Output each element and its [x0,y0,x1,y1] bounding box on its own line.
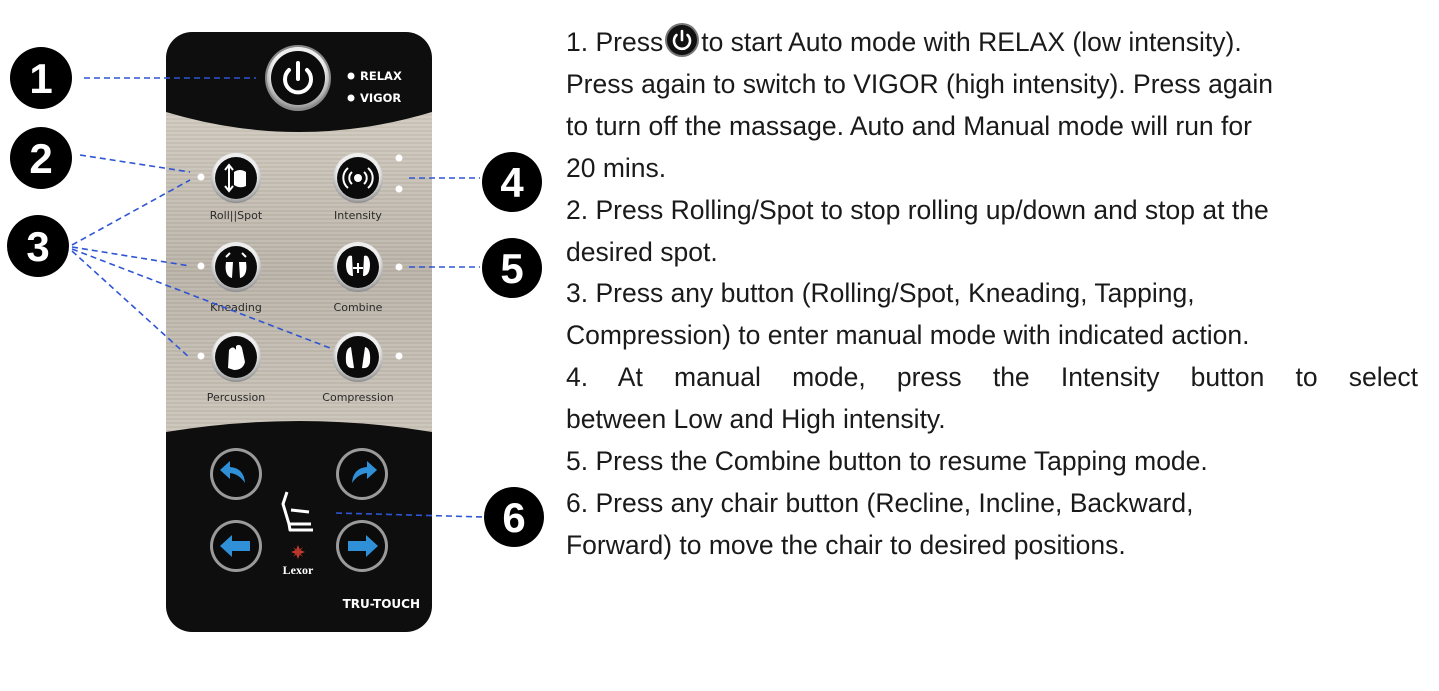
compression-label: Compression [322,391,393,404]
step-3-line-2: Compression) to enter manual mode with i… [566,320,1250,350]
combine-label: Combine [334,301,383,314]
svg-text:2: 2 [29,135,52,182]
model-label: TRU-TOUCH [343,597,420,611]
svg-text:1: 1 [29,55,52,102]
svg-text:6: 6 [502,494,525,541]
backward-button[interactable] [210,520,262,572]
step-4-line-2: between Low and High intensity. [566,404,946,434]
forward-button[interactable] [336,520,388,572]
callout-3: 3 [7,215,69,277]
callout-1: 1 [10,47,72,109]
step-2-line-1: 2. Press Rolling/Spot to stop rolling up… [566,195,1269,225]
callout-4: 4 [482,152,542,212]
remote-body [166,32,432,632]
svg-text:4: 4 [500,159,524,206]
step-3-line-1: 3. Press any button (Rolling/Spot, Knead… [566,278,1195,308]
percussion-led [197,352,205,360]
callout-6: 6 [484,487,544,547]
step-6-line-2: Forward) to move the chair to desired po… [566,530,1126,560]
svg-text:3: 3 [26,223,49,270]
step-2-line-2: desired spot. [566,237,718,267]
step-1-line-1: 1. Press to start Auto mode with RELAX (l… [566,25,1242,57]
step-1-line-2: Press again to switch to VIGOR (high int… [566,69,1273,99]
percussion-button[interactable] [211,332,261,382]
intensity-led-low [395,185,403,193]
intensity-led-high [395,154,403,162]
step-4-line-1: 4. At manual mode, press the Intensity b… [566,362,1418,392]
roll-spot-label: Roll||Spot [210,209,263,222]
compression-button[interactable] [333,332,383,382]
callout-2: 2 [10,127,72,189]
step-1-line-4: 20 mins. [566,153,667,183]
step-6-line-1: 6. Press any chair button (Recline, Incl… [566,488,1194,518]
compression-led [395,352,403,360]
kneading-button[interactable] [211,242,261,292]
callout-5: 5 [482,238,542,298]
remote-diagram: RELAX VIGOR Roll||Spot Intensity Kneadin… [7,32,544,632]
vigor-label: VIGOR [360,91,401,105]
percussion-label: Percussion [207,391,266,404]
intensity-button[interactable] [333,153,383,203]
intensity-label: Intensity [334,209,382,222]
step-5-line-1: 5. Press the Combine button to resume Ta… [566,446,1208,476]
step-1-line-3: to turn off the massage. Auto and Manual… [566,111,1252,141]
incline-button[interactable] [336,448,388,500]
kneading-led [197,262,205,270]
combine-button[interactable] [333,242,383,292]
svg-text:Lexor: Lexor [283,563,314,577]
recline-button[interactable] [210,448,262,500]
power-button[interactable] [265,45,331,111]
relax-label: RELAX [360,69,402,83]
power-icon [667,25,698,55]
roll-spot-led [197,173,205,181]
roll-spot-button[interactable] [211,153,261,203]
combine-led [395,263,403,271]
svg-text:5: 5 [500,245,523,292]
